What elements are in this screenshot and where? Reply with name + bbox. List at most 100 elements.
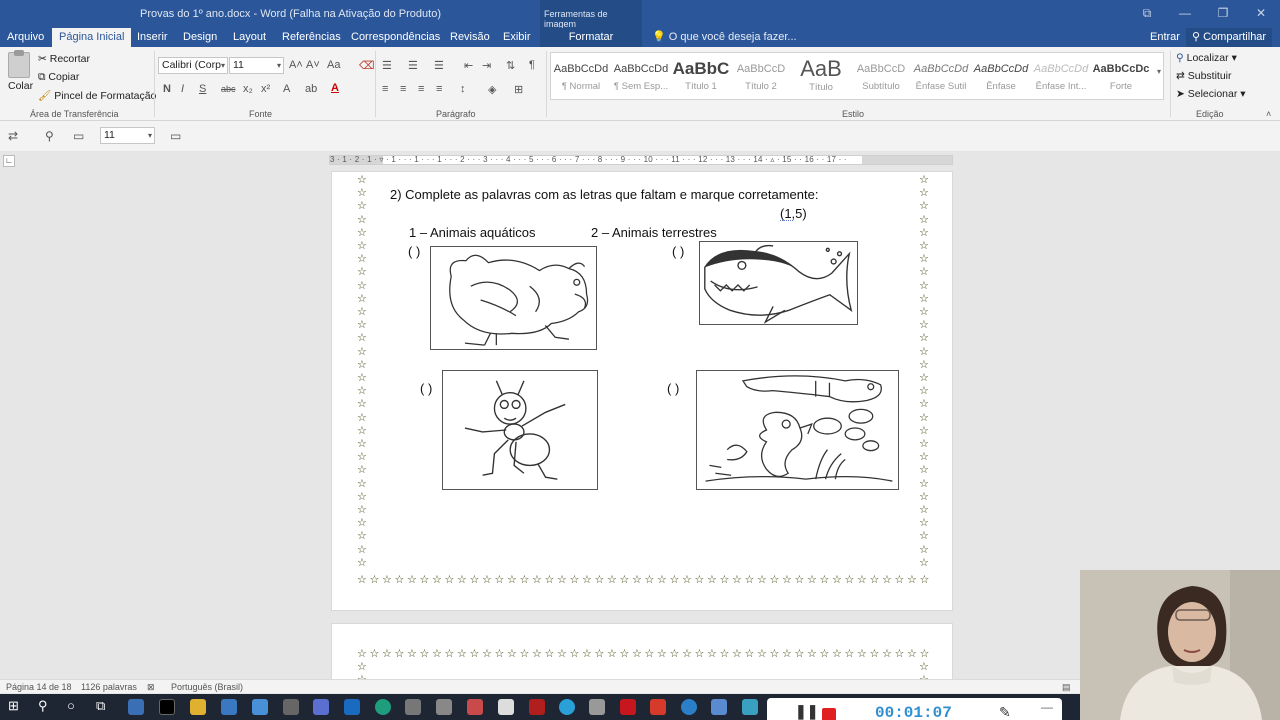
terminal-icon[interactable]	[159, 699, 175, 715]
answer-box[interactable]: ( )	[408, 244, 420, 259]
strikethrough-button[interactable]: abc	[221, 84, 236, 94]
proofing-icon[interactable]: ⊠	[147, 682, 155, 693]
tab-design[interactable]: Design	[176, 28, 224, 47]
tab-exibir[interactable]: Exibir	[496, 28, 538, 47]
paste-button[interactable]: Colar	[8, 80, 33, 92]
edge-icon[interactable]	[375, 699, 391, 715]
font-size-select[interactable]: 11 ▾	[229, 57, 284, 74]
cortana-icon[interactable]: ○	[67, 698, 75, 713]
language-indicator[interactable]: Português (Brasil)	[171, 682, 243, 692]
bold-button[interactable]: N	[163, 83, 171, 95]
italic-button[interactable]: I	[181, 83, 184, 95]
app-icon-recorder[interactable]	[128, 699, 144, 715]
underline-button[interactable]: S	[199, 83, 206, 95]
font-family-select[interactable]: Calibri (Corp ▾	[158, 57, 228, 74]
app-icon[interactable]	[589, 699, 605, 715]
shark-image[interactable]	[699, 241, 858, 325]
app-icon[interactable]	[405, 699, 421, 715]
style-intense-emphasis[interactable]: AaBbCcDd Ênfase Int...	[1031, 53, 1091, 99]
font-color-icon[interactable]: A	[331, 82, 339, 94]
answer-box[interactable]: ( )	[420, 381, 432, 396]
subscript-button[interactable]: x₂	[243, 83, 253, 95]
align-right-icon[interactable]: ≡	[418, 83, 424, 95]
calculator-icon[interactable]	[436, 699, 452, 715]
share-button[interactable]: ⚲ Compartilhar	[1186, 28, 1273, 47]
answer-box[interactable]: ( )	[672, 244, 684, 259]
read-mode-icon[interactable]: ▭	[73, 129, 84, 143]
folder-icon[interactable]	[190, 699, 206, 715]
pilcrow-icon[interactable]: ¶	[529, 59, 535, 71]
shading-icon[interactable]: ◈	[488, 83, 496, 96]
hen-image[interactable]	[430, 246, 597, 350]
word-count[interactable]: 1126 palavras	[81, 682, 137, 692]
tab-formatar[interactable]: Formatar	[540, 28, 642, 47]
app-icon[interactable]	[742, 699, 758, 715]
category-aquatic[interactable]: 1 – Animais aquáticos	[409, 225, 535, 240]
tab-inserir[interactable]: Inserir	[130, 28, 175, 47]
highlight-icon[interactable]: ab	[305, 83, 317, 95]
align-center-icon[interactable]: ≡	[400, 83, 406, 95]
tab-selector-icon[interactable]: ∟	[3, 155, 15, 167]
seahorse-fish-image[interactable]	[696, 370, 899, 490]
ant-image[interactable]	[442, 370, 598, 490]
app-icon[interactable]	[711, 699, 727, 715]
sign-in-link[interactable]: Entrar	[1150, 28, 1180, 46]
settings-icon[interactable]	[283, 699, 299, 715]
clear-format-icon[interactable]: ⌫	[359, 59, 375, 72]
style-heading-1[interactable]: AaBbC Título 1	[671, 53, 731, 99]
style-no-spacing[interactable]: AaBbCcDd ¶ Sem Esp...	[611, 53, 671, 99]
change-case-icon[interactable]: Aa	[327, 59, 340, 71]
notepad-icon[interactable]	[498, 699, 514, 715]
select-button[interactable]: ➤ Selecionar ▾	[1176, 88, 1246, 100]
paste-icon[interactable]	[8, 50, 30, 78]
tab-correspondencias[interactable]: Correspondências	[344, 28, 447, 47]
comment-icon[interactable]: ▭	[170, 129, 181, 143]
justify-icon[interactable]: ≡	[436, 83, 442, 95]
pen-icon[interactable]: ✎	[999, 704, 1011, 720]
search-icon[interactable]: ⚲	[38, 698, 48, 714]
task-view-icon[interactable]: ⧉	[96, 698, 105, 714]
answer-box[interactable]: ( )	[667, 381, 679, 396]
style-subtitle[interactable]: AaBbCcD Subtítulo	[851, 53, 911, 99]
tab-pagina-inicial[interactable]: Página Inicial	[52, 28, 132, 47]
numbering-icon[interactable]: ☰	[408, 59, 418, 72]
app-icon[interactable]	[681, 699, 697, 715]
app-icon[interactable]	[467, 699, 483, 715]
tab-referencias[interactable]: Referências	[275, 28, 348, 47]
points-value[interactable]: (1,5)	[780, 206, 807, 221]
line-spacing-icon[interactable]: ↕	[460, 83, 466, 95]
minimize-button[interactable]: —	[1166, 0, 1204, 28]
style-emphasis[interactable]: AaBbCcDd Ênfase	[971, 53, 1031, 99]
tab-arquivo[interactable]: Arquivo	[0, 28, 51, 47]
style-title[interactable]: AaB Título	[791, 53, 851, 99]
view-mode-icon[interactable]: ▤	[1062, 682, 1071, 693]
windows-start-icon[interactable]: ⊞	[8, 698, 19, 714]
category-land[interactable]: 2 – Animais terrestres	[591, 225, 717, 240]
cut-button[interactable]: ✂ Recortar	[38, 53, 90, 65]
grow-font-icon[interactable]: A˄	[289, 59, 303, 71]
multilevel-list-icon[interactable]: ☰	[434, 59, 444, 72]
ribbon-display-icon[interactable]: ⧉	[1128, 0, 1166, 28]
document-page[interactable]: 2) Complete as palavras com as letras qu…	[331, 171, 953, 611]
style-normal[interactable]: AaBbCcDd ¶ Normal	[551, 53, 611, 99]
superscript-button[interactable]: x²	[261, 83, 270, 95]
app-icon[interactable]	[650, 699, 666, 715]
pin-icon[interactable]: ⇄	[8, 129, 18, 143]
style-heading-2[interactable]: AaBbCcD Título 2	[731, 53, 791, 99]
tab-layout[interactable]: Layout	[226, 28, 273, 47]
find-button[interactable]: ⚲ Localizar ▾	[1176, 52, 1237, 64]
borders-icon[interactable]: ⊞	[514, 83, 523, 96]
gallery-more-icon[interactable]: ▾	[1157, 67, 1161, 76]
text-effects-icon[interactable]: A	[283, 83, 290, 95]
style-strong[interactable]: AaBbCcDc Forte	[1091, 53, 1151, 99]
decrease-indent-icon[interactable]: ⇤	[464, 59, 473, 72]
maximize-button[interactable]: ❐	[1204, 0, 1242, 28]
app-icon[interactable]	[313, 699, 329, 715]
zoom-select[interactable]: 11 ▾	[100, 127, 155, 144]
stop-icon[interactable]	[822, 708, 836, 720]
copy-button[interactable]: ⧉ Copiar	[38, 71, 79, 84]
acrobat-icon[interactable]	[620, 699, 636, 715]
increase-indent-icon[interactable]: ⇥	[482, 59, 491, 72]
pause-icon[interactable]: ❚❚	[795, 703, 818, 720]
minimize-icon[interactable]: —	[1041, 700, 1053, 714]
